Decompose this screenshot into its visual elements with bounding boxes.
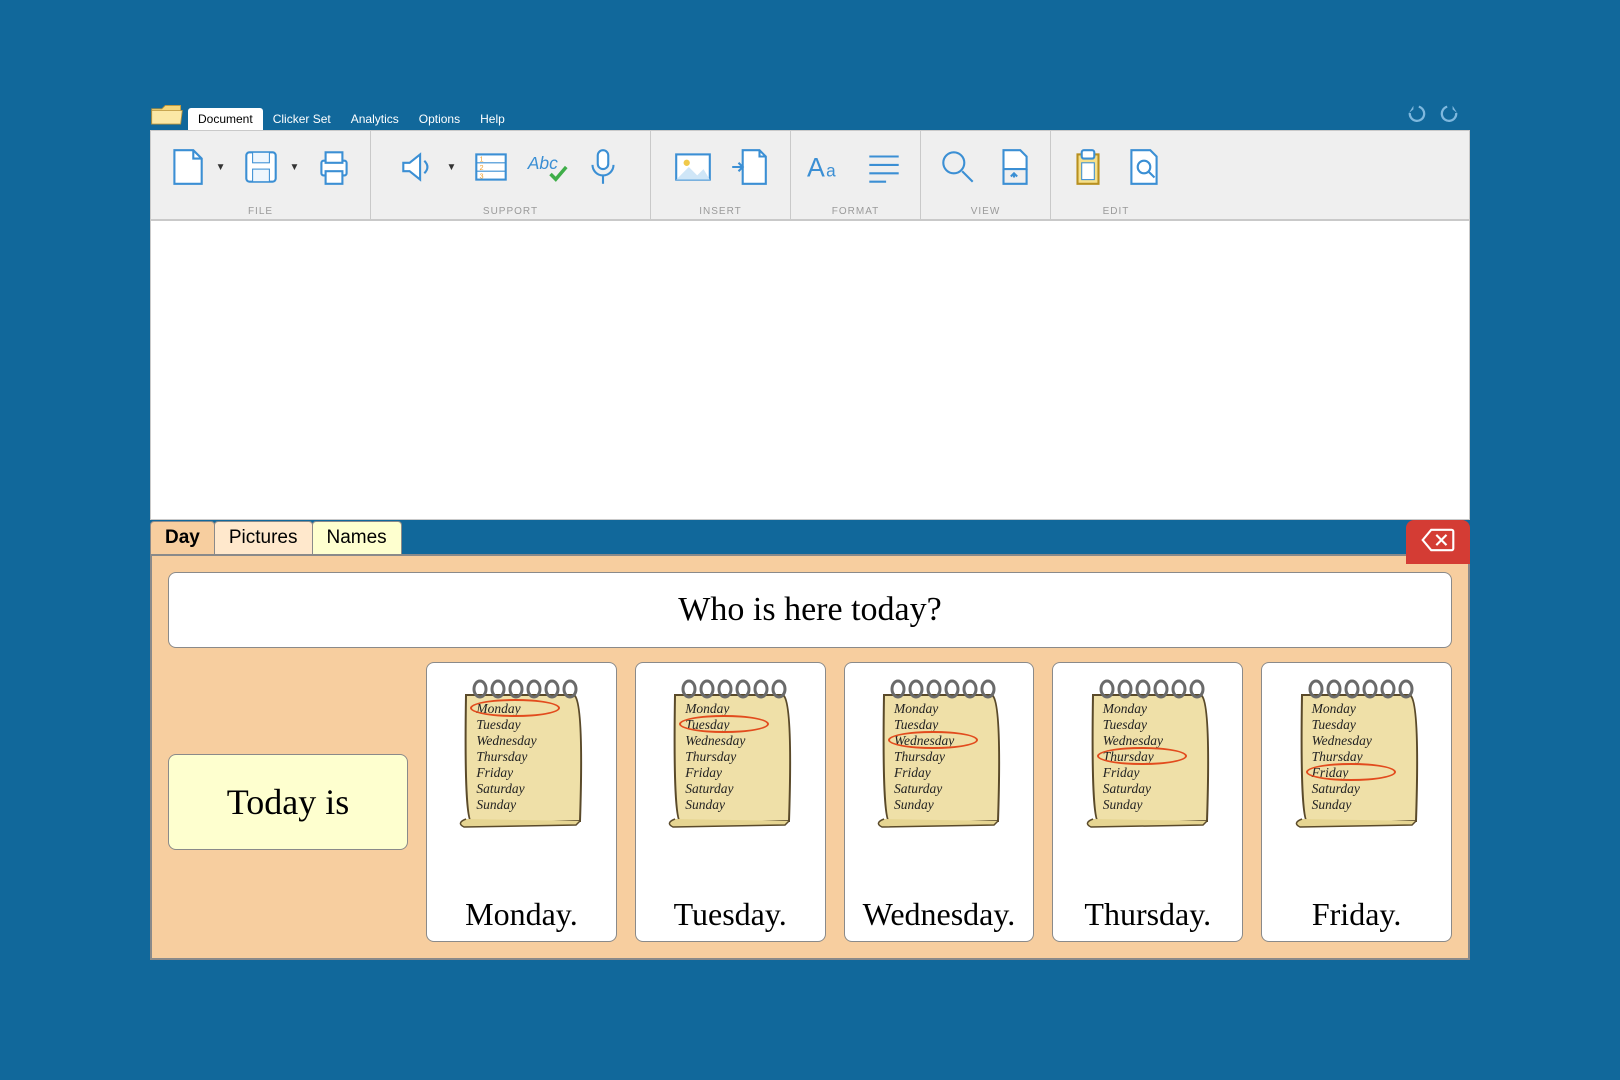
menu-tab-options[interactable]: Options — [409, 108, 470, 130]
predictor-icon[interactable]: 123 — [470, 146, 512, 188]
svg-text:Abc: Abc — [527, 153, 558, 173]
menu-tab-document[interactable]: Document — [188, 108, 263, 130]
layout-icon[interactable] — [993, 146, 1035, 188]
question-cell[interactable]: Who is here today? — [168, 572, 1452, 648]
ribbon-group-file: ▼ ▼ FILE — [151, 131, 371, 219]
ribbon-group-label: INSERT — [699, 206, 742, 217]
calendar-icon: MondayTuesdayWednesdayThursdayFridaySatu… — [655, 671, 805, 831]
tab-day[interactable]: Day — [150, 521, 215, 554]
redo-icon[interactable] — [1438, 104, 1460, 127]
ribbon-group-label: FORMAT — [832, 206, 879, 217]
day-label: Tuesday. — [674, 892, 787, 935]
circled-day-icon — [679, 715, 769, 733]
undo-redo-group — [1406, 104, 1460, 127]
ribbon-group-label: SUPPORT — [483, 206, 538, 217]
folder-icon[interactable] — [150, 102, 184, 128]
document-area[interactable] — [150, 220, 1470, 520]
menu-tab-help[interactable]: Help — [470, 108, 515, 130]
tab-names[interactable]: Names — [312, 521, 402, 554]
svg-text:a: a — [826, 161, 836, 181]
spellcheck-icon[interactable]: Abc — [526, 146, 568, 188]
day-label: Friday. — [1312, 892, 1401, 935]
clicker-panel: Day Pictures Names Who is here today? To… — [150, 520, 1470, 960]
circled-day-icon — [888, 731, 978, 749]
menu-tab-clicker-set[interactable]: Clicker Set — [263, 108, 341, 130]
backspace-icon — [1421, 527, 1455, 558]
day-cell-thursday[interactable]: MondayTuesdayWednesdayThursdayFridaySatu… — [1052, 662, 1243, 942]
insert-file-icon[interactable] — [728, 146, 770, 188]
clipboard-icon[interactable] — [1067, 146, 1109, 188]
ribbon-group-view: VIEW — [921, 131, 1051, 219]
menu-tab-analytics[interactable]: Analytics — [341, 108, 409, 130]
microphone-icon[interactable] — [582, 146, 624, 188]
day-label: Thursday. — [1084, 892, 1211, 935]
ribbon-group-label: EDIT — [1103, 206, 1130, 217]
ribbon-group-edit: EDIT — [1051, 131, 1181, 219]
circled-day-icon — [470, 699, 560, 717]
clicker-tabs: Day Pictures Names — [150, 520, 1470, 554]
font-icon[interactable]: Aa — [807, 146, 849, 188]
notepad-days-list: MondayTuesdayWednesdayThursdayFridaySatu… — [476, 701, 536, 813]
ribbon-group-format: Aa FORMAT — [791, 131, 921, 219]
svg-text:3: 3 — [480, 172, 484, 181]
today-is-cell[interactable]: Today is — [168, 754, 408, 850]
notepad-days-list: MondayTuesdayWednesdayThursdayFridaySatu… — [1312, 701, 1372, 813]
ribbon-group-support: ▼ 123 Abc SUPPORT — [371, 131, 651, 219]
calendar-icon: MondayTuesdayWednesdayThursdayFridaySatu… — [446, 671, 596, 831]
day-cell-wednesday[interactable]: MondayTuesdayWednesdayThursdayFridaySatu… — [844, 662, 1035, 942]
day-label: Wednesday. — [863, 892, 1016, 935]
menu-bar: Document Clicker Set Analytics Options H… — [150, 100, 1470, 130]
new-document-icon[interactable] — [166, 146, 208, 188]
notepad-days-list: MondayTuesdayWednesdayThursdayFridaySatu… — [894, 701, 954, 813]
find-icon[interactable] — [1123, 146, 1165, 188]
day-cell-tuesday[interactable]: MondayTuesdayWednesdayThursdayFridaySatu… — [635, 662, 826, 942]
dropdown-icon[interactable]: ▼ — [216, 162, 226, 173]
app-window: Document Clicker Set Analytics Options H… — [130, 100, 1490, 980]
ribbon-group-label: VIEW — [971, 206, 1001, 217]
day-cell-friday[interactable]: MondayTuesdayWednesdayThursdayFridaySatu… — [1261, 662, 1452, 942]
speaker-icon[interactable] — [397, 146, 439, 188]
day-cell-monday[interactable]: MondayTuesdayWednesdayThursdayFridaySatu… — [426, 662, 617, 942]
delete-button[interactable] — [1406, 520, 1470, 564]
save-icon[interactable] — [240, 146, 282, 188]
cells-row: Today is MondayTuesdayWednesdayThursdayF… — [168, 662, 1452, 942]
calendar-icon: MondayTuesdayWednesdayThursdayFridaySatu… — [1282, 671, 1432, 831]
ribbon-group-insert: INSERT — [651, 131, 791, 219]
clicker-grid: Who is here today? Today is MondayTuesda… — [150, 554, 1470, 960]
ribbon-toolbar: ▼ ▼ FILE ▼ 123 Abc SUPPORT INSERT — [150, 130, 1470, 220]
print-icon[interactable] — [313, 146, 355, 188]
tab-pictures[interactable]: Pictures — [214, 521, 313, 554]
calendar-icon: MondayTuesdayWednesdayThursdayFridaySatu… — [864, 671, 1014, 831]
circled-day-icon — [1306, 763, 1396, 781]
zoom-icon[interactable] — [937, 146, 979, 188]
picture-icon[interactable] — [672, 146, 714, 188]
paragraph-icon[interactable] — [863, 146, 905, 188]
dropdown-icon[interactable]: ▼ — [290, 162, 300, 173]
dropdown-icon[interactable]: ▼ — [447, 162, 457, 173]
circled-day-icon — [1097, 747, 1187, 765]
day-label: Monday. — [465, 892, 578, 935]
calendar-icon: MondayTuesdayWednesdayThursdayFridaySatu… — [1073, 671, 1223, 831]
ribbon-group-label: FILE — [248, 206, 273, 217]
svg-text:A: A — [807, 153, 825, 183]
undo-icon[interactable] — [1406, 104, 1428, 127]
